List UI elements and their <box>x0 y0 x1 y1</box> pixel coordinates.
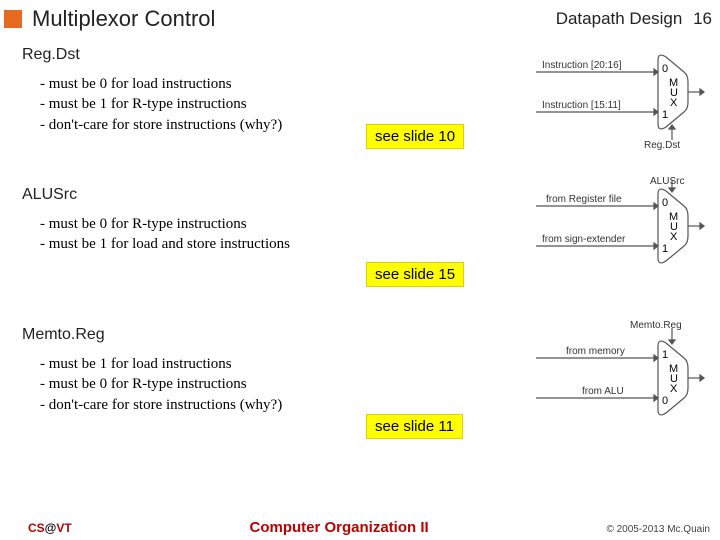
svg-text:from Register file: from Register file <box>546 194 622 205</box>
footer-right: © 2005-2013 Mc.Quain <box>606 524 710 535</box>
svg-text:X: X <box>670 383 678 395</box>
svg-text:1: 1 <box>662 243 668 255</box>
svg-text:from memory: from memory <box>566 346 625 357</box>
chapter-label: Datapath Design <box>556 9 683 28</box>
svg-text:0: 0 <box>662 63 668 75</box>
section-regdst: Reg.Dst must be 0 for load instructions … <box>26 46 712 166</box>
svg-text:Memto.Reg: Memto.Reg <box>630 320 682 331</box>
svg-text:0: 0 <box>662 395 668 407</box>
svg-text:from sign-extender: from sign-extender <box>542 234 626 245</box>
svg-text:ALUSrc: ALUSrc <box>650 176 684 187</box>
slide-title: Multiplexor Control <box>32 6 215 32</box>
see-slide-badge: see slide 10 <box>366 124 464 149</box>
mux-diagram-memtoreg: Memto.Reg from memory from ALU 1 0 M U X <box>526 318 706 438</box>
svg-text:X: X <box>670 97 678 109</box>
see-slide-badge: see slide 15 <box>366 262 464 287</box>
svg-text:Instruction [20:16]: Instruction [20:16] <box>542 60 622 71</box>
section-memtoreg: Memto.Reg must be 1 for load instruction… <box>26 326 712 456</box>
svg-text:1: 1 <box>662 349 668 361</box>
svg-text:Instruction [15:11]: Instruction [15:11] <box>542 100 621 111</box>
svg-text:Reg.Dst: Reg.Dst <box>644 140 680 151</box>
svg-text:0: 0 <box>662 197 668 209</box>
svg-text:X: X <box>670 231 678 243</box>
accent-square <box>4 10 22 28</box>
footer-left: CS@VT <box>28 521 72 535</box>
section-alusrc: ALUSrc must be 0 for R-type instructions… <box>26 186 712 306</box>
svg-text:1: 1 <box>662 109 668 121</box>
footer: CS@VT Computer Organization II © 2005-20… <box>0 519 720 536</box>
page-number: 16 <box>693 9 712 28</box>
mux-diagram-alusrc: ALUSrc from Register file from sign-exte… <box>526 176 706 286</box>
svg-text:from ALU: from ALU <box>582 386 624 397</box>
see-slide-badge: see slide 11 <box>366 414 463 439</box>
mux-diagram-regdst: Instruction [20:16] Instruction [15:11] … <box>526 42 706 152</box>
header-right: Datapath Design 16 <box>556 9 712 29</box>
footer-center: Computer Organization II <box>72 519 607 536</box>
